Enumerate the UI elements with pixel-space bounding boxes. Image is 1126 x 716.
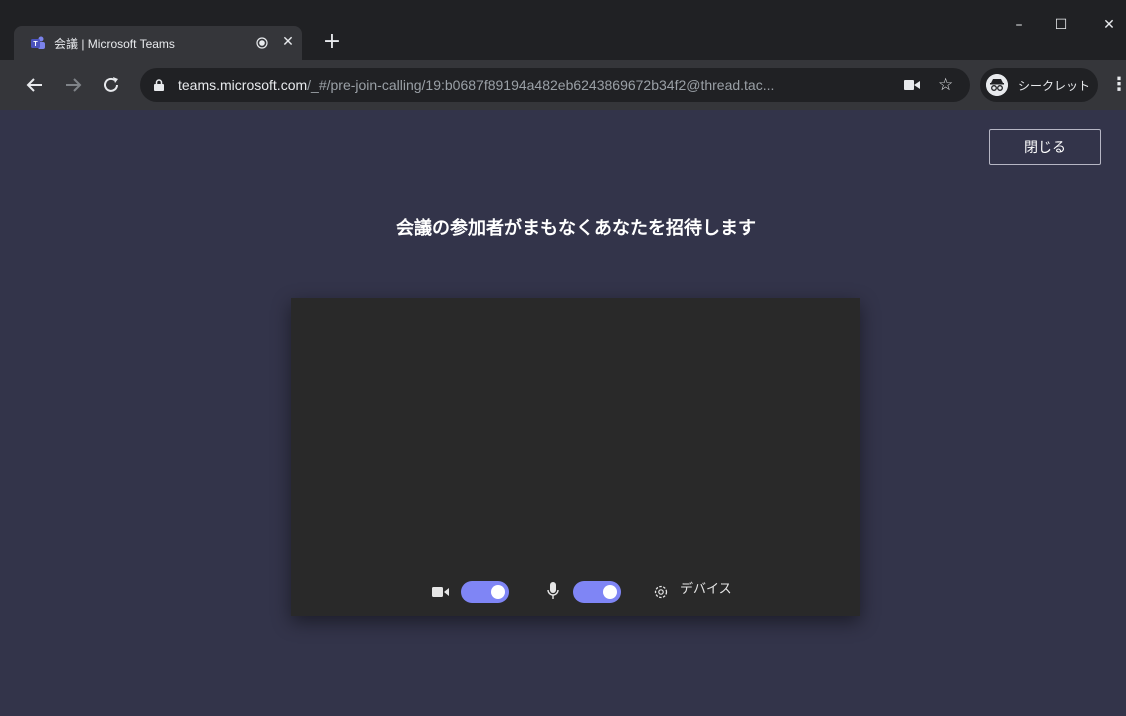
lobby-heading: 会議の参加者がまもなくあなたを招待します — [396, 218, 756, 239]
prejoin-page: 閉じる 会議の参加者がまもなくあなたを招待します デバイス — [0, 110, 1126, 716]
microphone-icon — [547, 582, 559, 599]
bookmark-star-icon[interactable]: ☆ — [938, 75, 953, 95]
camera-toggle[interactable] — [461, 581, 509, 603]
address-bar[interactable]: teams.microsoft.com/_#/pre-join-calling/… — [140, 68, 970, 102]
window-close-button[interactable]: ✕ — [1094, 14, 1124, 36]
forward-arrow-icon[interactable] — [62, 74, 84, 96]
settings-gear-icon[interactable] — [652, 583, 670, 601]
microphone-toggle-knob — [603, 585, 617, 599]
microphone-toggle[interactable] — [573, 581, 621, 603]
camera-toggle-knob — [491, 585, 505, 599]
devices-button[interactable]: デバイス — [680, 578, 732, 597]
tab-title: 会議 | Microsoft Teams — [54, 37, 175, 51]
new-tab-button[interactable]: + — [320, 30, 344, 54]
recording-indicator-icon — [256, 37, 268, 49]
lock-icon — [154, 79, 164, 91]
minimize-button[interactable]: – — [1004, 14, 1034, 36]
incognito-badge[interactable]: シークレット — [980, 68, 1098, 102]
more-options-icon[interactable]: ⋮ — [1110, 74, 1126, 96]
reload-icon[interactable] — [100, 74, 122, 96]
browser-toolbar: teams.microsoft.com/_#/pre-join-calling/… — [0, 60, 1126, 110]
close-button[interactable]: 閉じる — [989, 129, 1101, 165]
camera-in-use-icon[interactable] — [904, 80, 920, 90]
incognito-label: シークレット — [1018, 79, 1091, 93]
url-text: teams.microsoft.com/_#/pre-join-calling/… — [178, 77, 774, 93]
incognito-icon — [986, 74, 1008, 96]
back-arrow-icon[interactable] — [24, 74, 46, 96]
url-path: /_#/pre-join-calling/19:b0687f89194a482e… — [307, 77, 775, 93]
url-host: teams.microsoft.com — [178, 77, 308, 93]
camera-icon — [432, 587, 449, 597]
video-preview: デバイス — [291, 298, 860, 616]
svg-text:T: T — [33, 41, 38, 48]
teams-logo-icon: T — [31, 36, 45, 49]
tab-strip: T 会議 | Microsoft Teams ✕ + – ☐ ✕ — [0, 0, 1126, 60]
maximize-button[interactable]: ☐ — [1046, 14, 1076, 36]
tab-close-icon[interactable]: ✕ — [280, 34, 296, 50]
browser-tab[interactable]: T 会議 | Microsoft Teams ✕ — [14, 26, 302, 60]
